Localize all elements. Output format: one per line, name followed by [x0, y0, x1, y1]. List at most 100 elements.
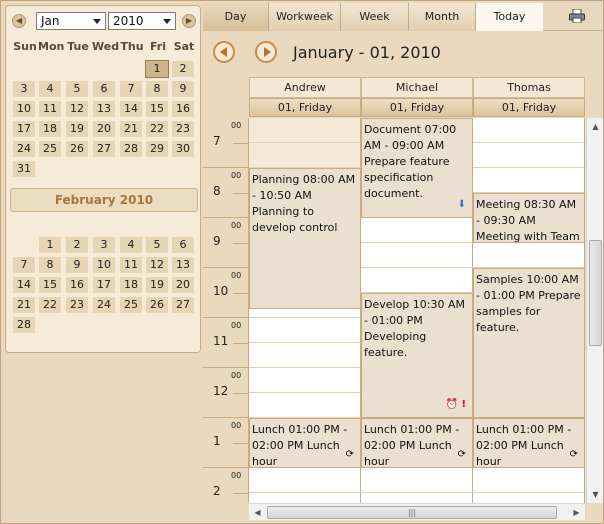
calendar-day[interactable]: 25 — [38, 140, 62, 158]
appointment-meeting[interactable]: Meeting 08:30 AM - 09:30 AM Meeting with… — [473, 193, 585, 243]
time-slot[interactable] — [249, 143, 361, 168]
calendar-day-selected[interactable]: 1 — [145, 60, 169, 78]
calendar-day[interactable]: 26 — [145, 296, 169, 314]
calendar-day[interactable]: 16 — [65, 276, 89, 294]
tab-week[interactable]: Week — [341, 3, 409, 31]
time-slot[interactable] — [361, 268, 473, 293]
calendar-day[interactable]: 10 — [92, 256, 116, 274]
calendar-day[interactable]: 2 — [65, 236, 89, 254]
calendar-day[interactable]: 6 — [171, 236, 195, 254]
calendar-day[interactable]: 9 — [65, 256, 89, 274]
calendar-day[interactable]: 22 — [145, 120, 169, 138]
calendar-day[interactable]: 10 — [12, 100, 36, 118]
calendar-day[interactable]: 1 — [38, 236, 62, 254]
calendar-day[interactable]: 15 — [38, 276, 62, 294]
calendar-day[interactable]: 27 — [171, 296, 195, 314]
appointment-lunch-andrew[interactable]: Lunch 01:00 PM - 02:00 PM Lunch hour ⟳ — [249, 418, 361, 468]
appointment-planning[interactable]: Planning 08:00 AM - 10:50 AM Planning to… — [249, 168, 361, 309]
scroll-down-icon[interactable]: ▼ — [587, 486, 604, 503]
calendar-day[interactable]: 27 — [92, 140, 116, 158]
month-select[interactable]: Jan — [36, 12, 106, 30]
calendar-day[interactable]: 4 — [119, 236, 143, 254]
calendar-day[interactable]: 19 — [145, 276, 169, 294]
calendar-day[interactable]: 26 — [65, 140, 89, 158]
calendar-day[interactable]: 25 — [119, 296, 143, 314]
calendar-day[interactable]: 31 — [12, 160, 36, 178]
calendar-day[interactable]: 17 — [92, 276, 116, 294]
appointment-document[interactable]: Document 07:00 AM - 09:00 AM Prepare fea… — [361, 118, 473, 218]
calendar-day[interactable]: 24 — [92, 296, 116, 314]
time-slot[interactable] — [249, 343, 361, 368]
time-slot[interactable] — [473, 168, 585, 193]
today-button[interactable]: Today — [476, 3, 543, 31]
vertical-scrollbar[interactable]: ▲ ▼ — [586, 118, 603, 503]
calendar-day[interactable]: 28 — [119, 140, 143, 158]
calendar-day[interactable]: 8 — [38, 256, 62, 274]
calendar-day[interactable]: 3 — [92, 236, 116, 254]
time-slot[interactable] — [249, 118, 361, 143]
horizontal-scrollbar[interactable]: ◀ ||| ▶ — [249, 503, 585, 520]
chevron-right-icon[interactable]: ▶ — [182, 14, 196, 28]
calendar-day[interactable]: 4 — [38, 80, 62, 98]
calendar-day[interactable]: 12 — [145, 256, 169, 274]
calendar-day[interactable]: 24 — [12, 140, 36, 158]
tab-month[interactable]: Month — [409, 3, 476, 31]
calendar-day[interactable]: 9 — [171, 80, 195, 98]
next-day-button[interactable] — [255, 41, 277, 63]
calendar-day[interactable]: 23 — [171, 120, 195, 138]
calendar-day[interactable]: 14 — [12, 276, 36, 294]
calendar-day[interactable]: 17 — [12, 120, 36, 138]
time-slot[interactable] — [361, 493, 473, 503]
time-slot[interactable] — [249, 318, 361, 343]
calendar-day[interactable]: 15 — [145, 100, 169, 118]
calendar-day[interactable]: 7 — [119, 80, 143, 98]
time-slot[interactable] — [361, 468, 473, 493]
calendar-day[interactable]: 2 — [171, 60, 195, 78]
time-slot[interactable] — [249, 493, 361, 503]
calendar-day[interactable]: 6 — [92, 80, 116, 98]
tab-day[interactable]: Day — [203, 3, 269, 31]
scroll-right-icon[interactable]: ▶ — [568, 504, 585, 521]
vertical-scroll-thumb[interactable] — [589, 240, 602, 346]
tab-workweek[interactable]: Workweek — [269, 3, 341, 31]
appointment-develop[interactable]: Develop 10:30 AM - 01:00 PM Developing f… — [361, 293, 473, 418]
calendar-day[interactable]: 3 — [12, 80, 36, 98]
time-slot[interactable] — [249, 368, 361, 393]
calendar-day[interactable]: 19 — [65, 120, 89, 138]
calendar-day[interactable]: 7 — [12, 256, 36, 274]
calendar-day[interactable]: 11 — [119, 256, 143, 274]
time-slot[interactable] — [473, 118, 585, 143]
appointment-lunch-thomas[interactable]: Lunch 01:00 PM - 02:00 PM Lunch hour ⟳ — [473, 418, 585, 468]
calendar-day[interactable]: 28 — [12, 316, 36, 334]
appointment-lunch-michael[interactable]: Lunch 01:00 PM - 02:00 PM Lunch hour ⟳ — [361, 418, 473, 468]
horizontal-scroll-thumb[interactable]: ||| — [267, 506, 557, 519]
calendar-day[interactable]: 8 — [145, 80, 169, 98]
calendar-day[interactable]: 29 — [145, 140, 169, 158]
scroll-left-icon[interactable]: ◀ — [249, 504, 266, 521]
calendar-day[interactable]: 20 — [92, 120, 116, 138]
time-slot[interactable] — [361, 218, 473, 243]
time-slot[interactable] — [473, 493, 585, 503]
chevron-left-icon[interactable]: ◀ — [12, 14, 26, 28]
time-slot[interactable] — [473, 468, 585, 493]
time-slot[interactable] — [249, 468, 361, 493]
calendar-day[interactable]: 13 — [92, 100, 116, 118]
calendar-day[interactable]: 22 — [38, 296, 62, 314]
calendar-day[interactable]: 5 — [65, 80, 89, 98]
printer-icon[interactable] — [569, 9, 585, 23]
time-slot[interactable] — [361, 243, 473, 268]
time-slot[interactable] — [249, 393, 361, 418]
previous-day-button[interactable] — [213, 41, 235, 63]
calendar-day[interactable]: 21 — [119, 120, 143, 138]
calendar-day[interactable]: 11 — [38, 100, 62, 118]
calendar-day[interactable]: 14 — [119, 100, 143, 118]
calendar-day[interactable]: 23 — [65, 296, 89, 314]
calendar-day[interactable]: 12 — [65, 100, 89, 118]
calendar-day[interactable]: 20 — [171, 276, 195, 294]
calendar-day[interactable]: 18 — [38, 120, 62, 138]
calendar-day[interactable]: 30 — [171, 140, 195, 158]
time-slot[interactable] — [473, 243, 585, 268]
year-select[interactable]: 2010 — [108, 12, 176, 30]
scroll-up-icon[interactable]: ▲ — [587, 118, 604, 135]
calendar-day[interactable]: 13 — [171, 256, 195, 274]
